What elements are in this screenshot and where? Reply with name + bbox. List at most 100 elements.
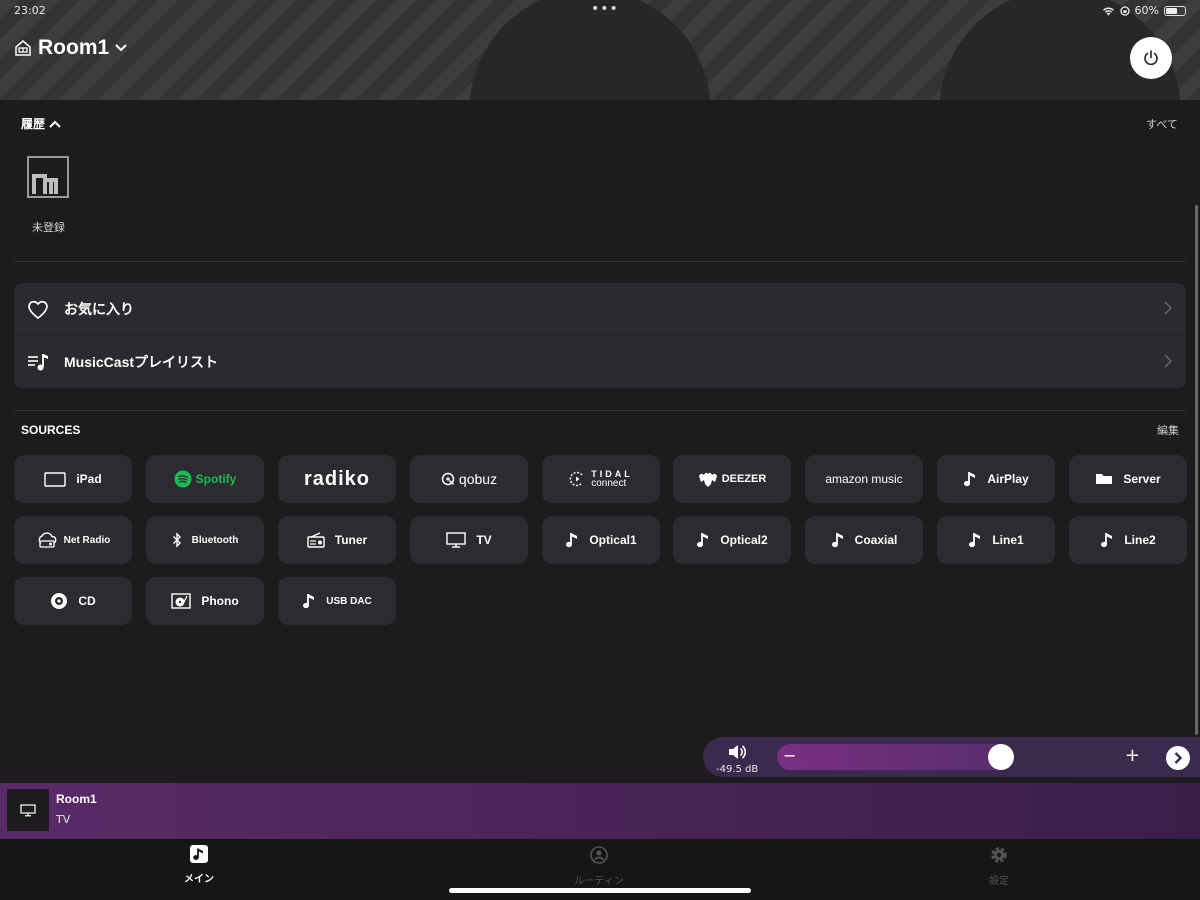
amazon-music-logo: amazon music xyxy=(825,472,903,486)
music-note-icon xyxy=(566,533,578,548)
source-spotify[interactable]: Spotify xyxy=(146,455,264,503)
chevron-right-icon xyxy=(1164,301,1172,315)
history-item[interactable] xyxy=(27,156,71,198)
music-note-icon xyxy=(697,533,709,548)
tab-main[interactable]: メイン xyxy=(139,845,259,885)
now-playing-artwork xyxy=(7,789,49,831)
source-net-radio[interactable]: Net Radio xyxy=(14,516,132,564)
source-deezer[interactable]: DEEZER xyxy=(673,455,791,503)
scrollbar[interactable] xyxy=(1195,205,1198,735)
multitask-dots-icon[interactable]: ••• xyxy=(591,1,619,17)
chevron-up-icon xyxy=(49,120,61,128)
home-indicator[interactable] xyxy=(449,888,751,893)
tab-settings[interactable]: 設定 xyxy=(939,845,1059,887)
source-label: Spotify xyxy=(195,472,237,486)
chevron-right-icon xyxy=(1174,752,1182,764)
now-playing-bar[interactable]: Room1 TV xyxy=(0,783,1200,839)
source-server[interactable]: Server xyxy=(1069,455,1187,503)
net-radio-icon xyxy=(38,532,57,548)
source-label: USB DAC xyxy=(326,595,372,607)
source-line2[interactable]: Line2 xyxy=(1069,516,1187,564)
home-speaker-icon xyxy=(15,40,31,56)
favorites-list: お気に入り MusicCastプレイリスト xyxy=(14,283,1186,388)
source-ipad[interactable]: iPad xyxy=(14,455,132,503)
source-bluetooth[interactable]: Bluetooth xyxy=(146,516,264,564)
history-item-label: 未登録 xyxy=(32,221,65,234)
musiccast-logo-icon xyxy=(27,156,69,198)
tab-label: ルーティン xyxy=(574,876,624,887)
source-coaxial[interactable]: Coaxial xyxy=(805,516,923,564)
playlist-label: MusicCastプレイリスト xyxy=(64,354,219,370)
source-qobuz[interactable]: qobuz xyxy=(410,455,528,503)
status-bar: 23:02 ••• 60% xyxy=(14,1,1186,18)
tv-icon xyxy=(20,803,36,816)
chevron-down-icon xyxy=(115,44,127,52)
playlist-row[interactable]: MusicCastプレイリスト xyxy=(14,336,1186,388)
sources-edit-link[interactable]: 編集 xyxy=(1157,422,1179,438)
source-usb-dac[interactable]: USB DAC xyxy=(278,577,396,625)
volume-bar: -49.5 dB − + xyxy=(703,737,1200,777)
source-cd[interactable]: CD xyxy=(14,577,132,625)
now-playing-room: Room1 xyxy=(56,792,97,806)
now-playing-source: TV xyxy=(56,813,71,826)
source-label: Bluetooth xyxy=(191,534,239,546)
favorites-label: お気に入り xyxy=(64,301,134,317)
source-amazon-music[interactable]: amazon music xyxy=(805,455,923,503)
source-label: DEEZER xyxy=(721,473,767,485)
chevron-right-icon xyxy=(1164,354,1172,368)
music-note-icon xyxy=(831,533,843,548)
room-selector[interactable]: Room1 xyxy=(14,36,127,60)
divider xyxy=(14,261,1186,262)
volume-up-button[interactable]: + xyxy=(1125,745,1140,766)
source-label: Optical2 xyxy=(720,533,768,547)
deezer-logo xyxy=(698,472,717,487)
history-all-link[interactable]: すべて xyxy=(1146,116,1178,132)
music-note-icon xyxy=(969,533,981,548)
volume-db-readout: -49.5 dB xyxy=(716,764,759,775)
music-note-icon xyxy=(964,472,976,487)
volume-slider-knob[interactable] xyxy=(988,744,1014,770)
bluetooth-icon xyxy=(172,532,181,548)
heart-icon xyxy=(28,300,48,320)
source-label: TV xyxy=(476,533,492,547)
volume-slider[interactable]: − + xyxy=(777,744,1148,770)
volume-down-button[interactable]: − xyxy=(783,746,796,765)
source-airplay[interactable]: AirPlay xyxy=(937,455,1055,503)
source-optical1[interactable]: Optical1 xyxy=(542,516,660,564)
source-sublabel: connect xyxy=(591,478,627,489)
history-title: 履歴 xyxy=(21,117,46,131)
source-tidal[interactable]: TIDAL connect xyxy=(542,455,660,503)
source-optical2[interactable]: Optical2 xyxy=(673,516,791,564)
source-tuner[interactable]: Tuner xyxy=(278,516,396,564)
history-toggle[interactable]: 履歴 xyxy=(21,115,61,132)
turntable-icon xyxy=(171,593,192,609)
source-label: Net Radio xyxy=(63,534,111,546)
volume-expand-button[interactable] xyxy=(1166,746,1190,770)
cd-icon xyxy=(51,593,68,609)
source-label: Coaxial xyxy=(854,533,898,547)
source-phono[interactable]: Phono xyxy=(146,577,264,625)
source-radiko[interactable]: radiko xyxy=(278,455,396,503)
battery-percent: 60% xyxy=(1134,4,1159,17)
tab-routine[interactable]: ルーティン xyxy=(539,845,659,887)
gear-icon xyxy=(991,847,1007,863)
source-label: Line1 xyxy=(992,533,1024,547)
music-tab-icon xyxy=(190,845,208,863)
room-name: Room1 xyxy=(38,36,110,59)
qobuz-logo xyxy=(441,472,455,486)
source-label: Tuner xyxy=(334,533,368,547)
header: 23:02 ••• 60% Room1 xyxy=(0,0,1200,100)
radio-icon xyxy=(307,532,325,548)
source-line1[interactable]: Line1 xyxy=(937,516,1055,564)
music-note-icon xyxy=(1101,533,1113,548)
sources-title: SOURCES xyxy=(21,423,81,437)
status-time: 23:02 xyxy=(14,4,46,17)
speaker-volume-icon[interactable] xyxy=(727,743,747,761)
source-tv[interactable]: TV xyxy=(410,516,528,564)
playlist-icon xyxy=(28,354,48,371)
power-button[interactable] xyxy=(1130,37,1172,79)
divider xyxy=(14,410,1186,411)
server-icon xyxy=(1096,474,1113,484)
favorites-row[interactable]: お気に入り xyxy=(14,283,1186,335)
tv-icon xyxy=(446,532,467,548)
